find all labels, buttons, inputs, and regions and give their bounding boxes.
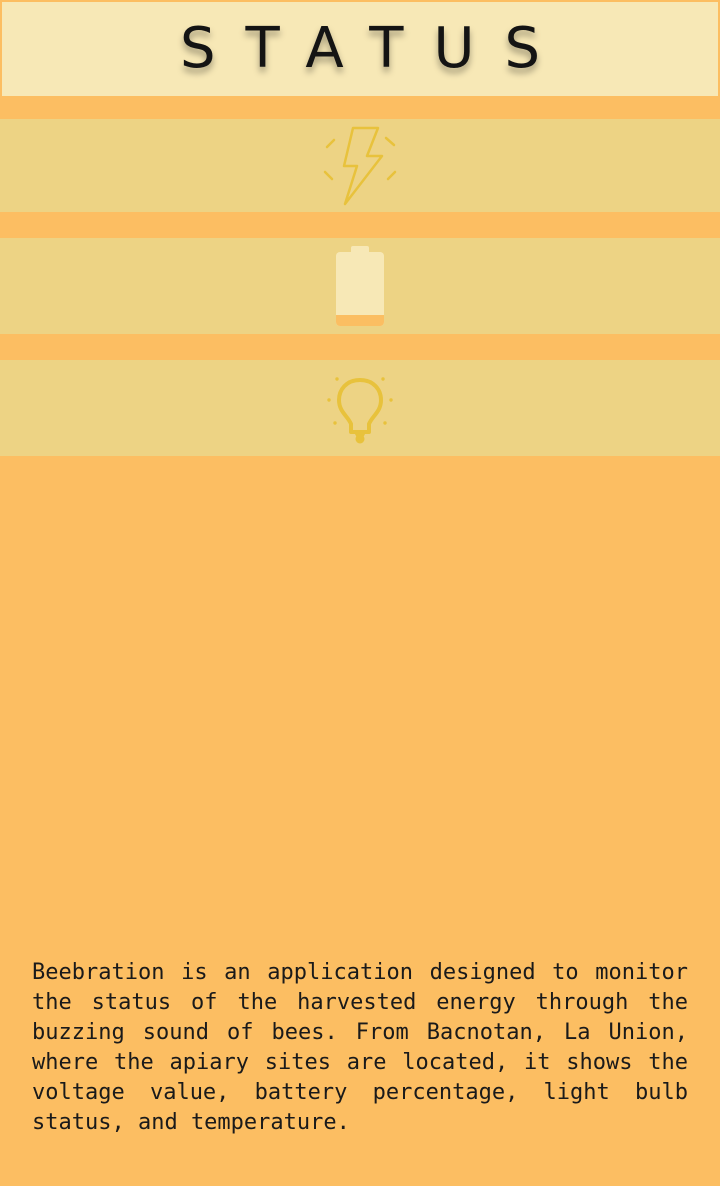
app-description: Beebration is an application designed to… [32, 960, 688, 1135]
header-bar: STATUS [2, 2, 718, 96]
status-item-voltage[interactable] [0, 119, 720, 212]
light-bulb-icon [320, 366, 400, 450]
status-item-battery[interactable] [0, 238, 720, 334]
page-title: STATUS [179, 16, 571, 81]
battery-icon [335, 244, 385, 328]
status-item-light-bulb[interactable] [0, 360, 720, 456]
lightning-bolt-icon [320, 124, 400, 208]
